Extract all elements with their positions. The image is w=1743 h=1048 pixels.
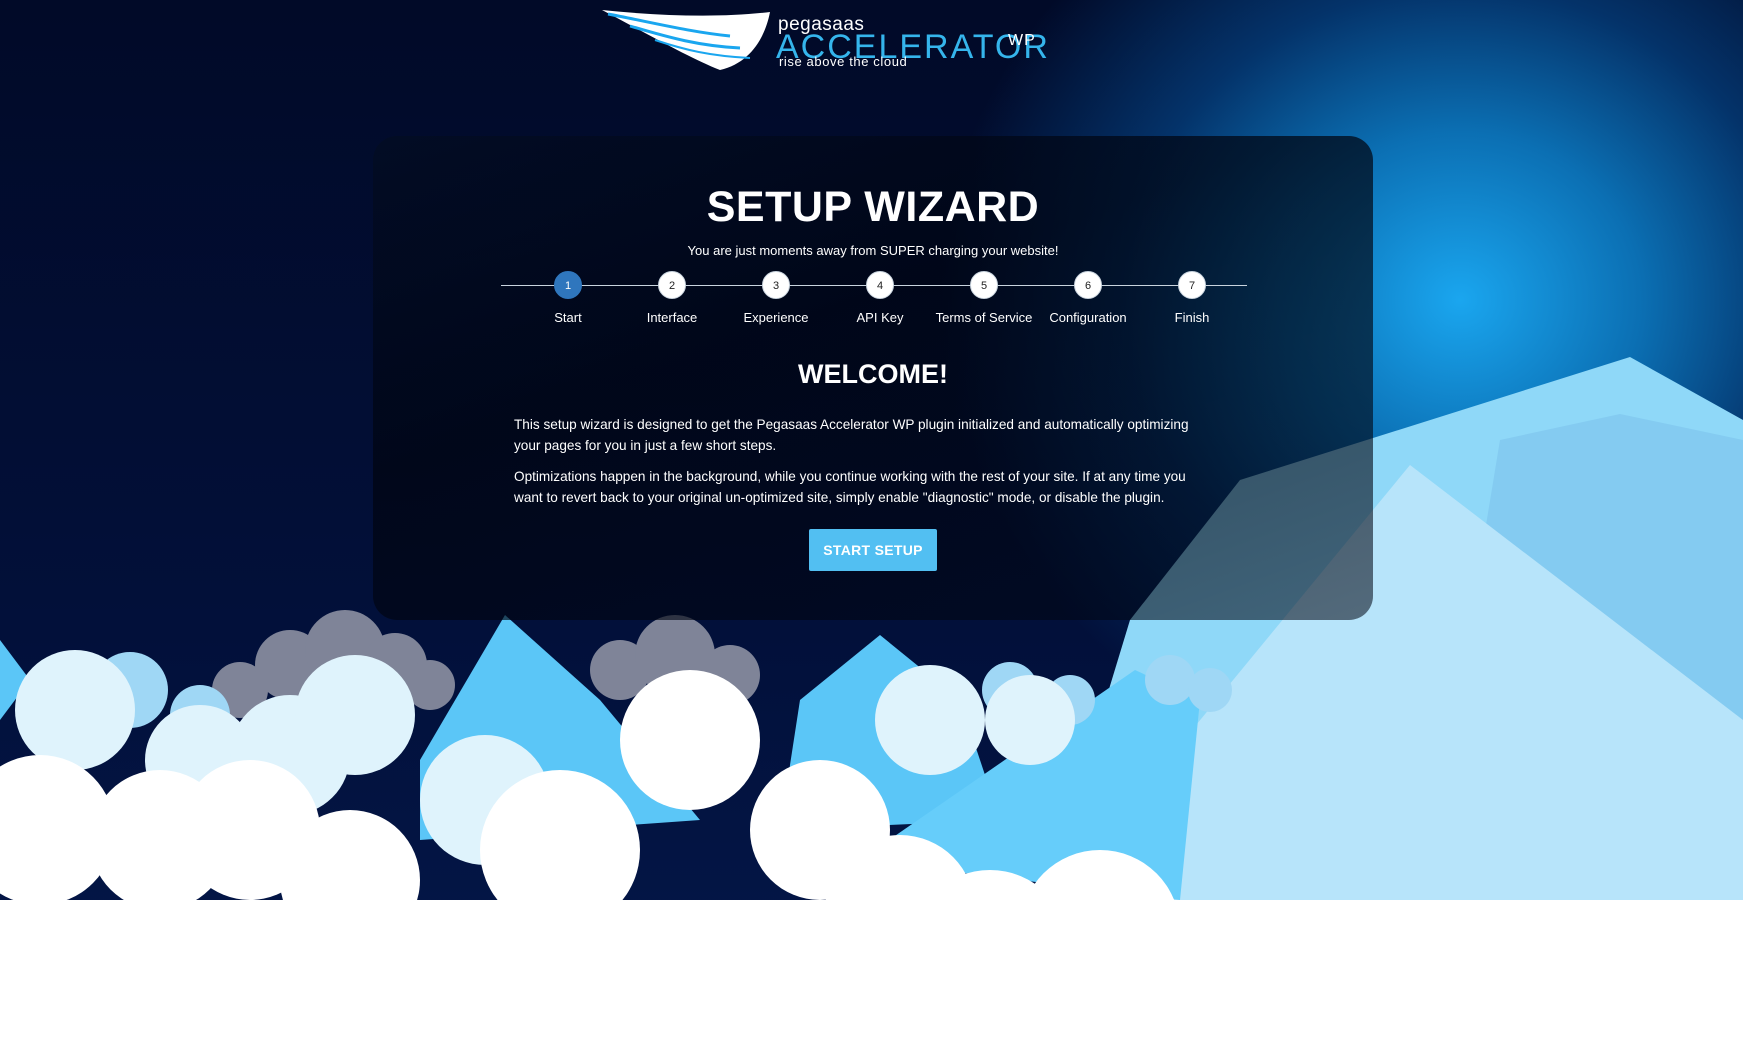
step-label: API Key xyxy=(856,310,904,325)
step-api-key[interactable]: 4 API Key xyxy=(825,271,935,325)
welcome-paragraph-2: Optimizations happen in the background, … xyxy=(514,469,1186,505)
step-progress: 1 Start 2 Interface 3 Experience 4 API Key 5 Term… xyxy=(501,271,1247,331)
page-title: SETUP WIZARD xyxy=(706,183,1040,231)
step-number: 7 xyxy=(1178,271,1206,299)
step-label: Terms of Service xyxy=(935,310,1033,325)
brand-tagline: rise above the cloud xyxy=(779,54,908,69)
step-label: Start xyxy=(554,310,582,325)
start-setup-button[interactable]: START SETUP xyxy=(809,529,937,571)
step-label: Interface xyxy=(646,310,698,325)
step-label: Experience xyxy=(743,310,809,325)
wizard-subtitle: You are just moments away from SUPER cha… xyxy=(687,243,1059,258)
welcome-heading: WELCOME! xyxy=(798,359,948,389)
step-label: Configuration xyxy=(1049,310,1127,325)
pegasus-wing-icon xyxy=(602,10,770,70)
step-label: Finish xyxy=(1174,310,1210,325)
step-number: 3 xyxy=(762,271,790,299)
setup-wizard-panel: SETUP WIZARD You are just moments away f… xyxy=(373,136,1373,620)
step-number: 6 xyxy=(1074,271,1102,299)
brand-logo: pegasaas ACCELERATOR WP rise above the c… xyxy=(600,8,1048,70)
step-number: 5 xyxy=(970,271,998,299)
step-number: 2 xyxy=(658,271,686,299)
step-experience[interactable]: 3 Experience xyxy=(721,271,831,325)
step-configuration[interactable]: 6 Configuration xyxy=(1033,271,1143,325)
step-interface[interactable]: 2 Interface xyxy=(617,271,727,325)
step-number: 1 xyxy=(554,271,582,299)
brand-suffix: WP xyxy=(1008,32,1036,49)
welcome-paragraph-1: This setup wizard is designed to get the… xyxy=(514,417,1189,453)
step-terms-of-service[interactable]: 5 Terms of Service xyxy=(929,271,1039,325)
step-start[interactable]: 1 Start xyxy=(513,271,623,325)
step-number: 4 xyxy=(866,271,894,299)
step-finish[interactable]: 7 Finish xyxy=(1137,271,1247,325)
